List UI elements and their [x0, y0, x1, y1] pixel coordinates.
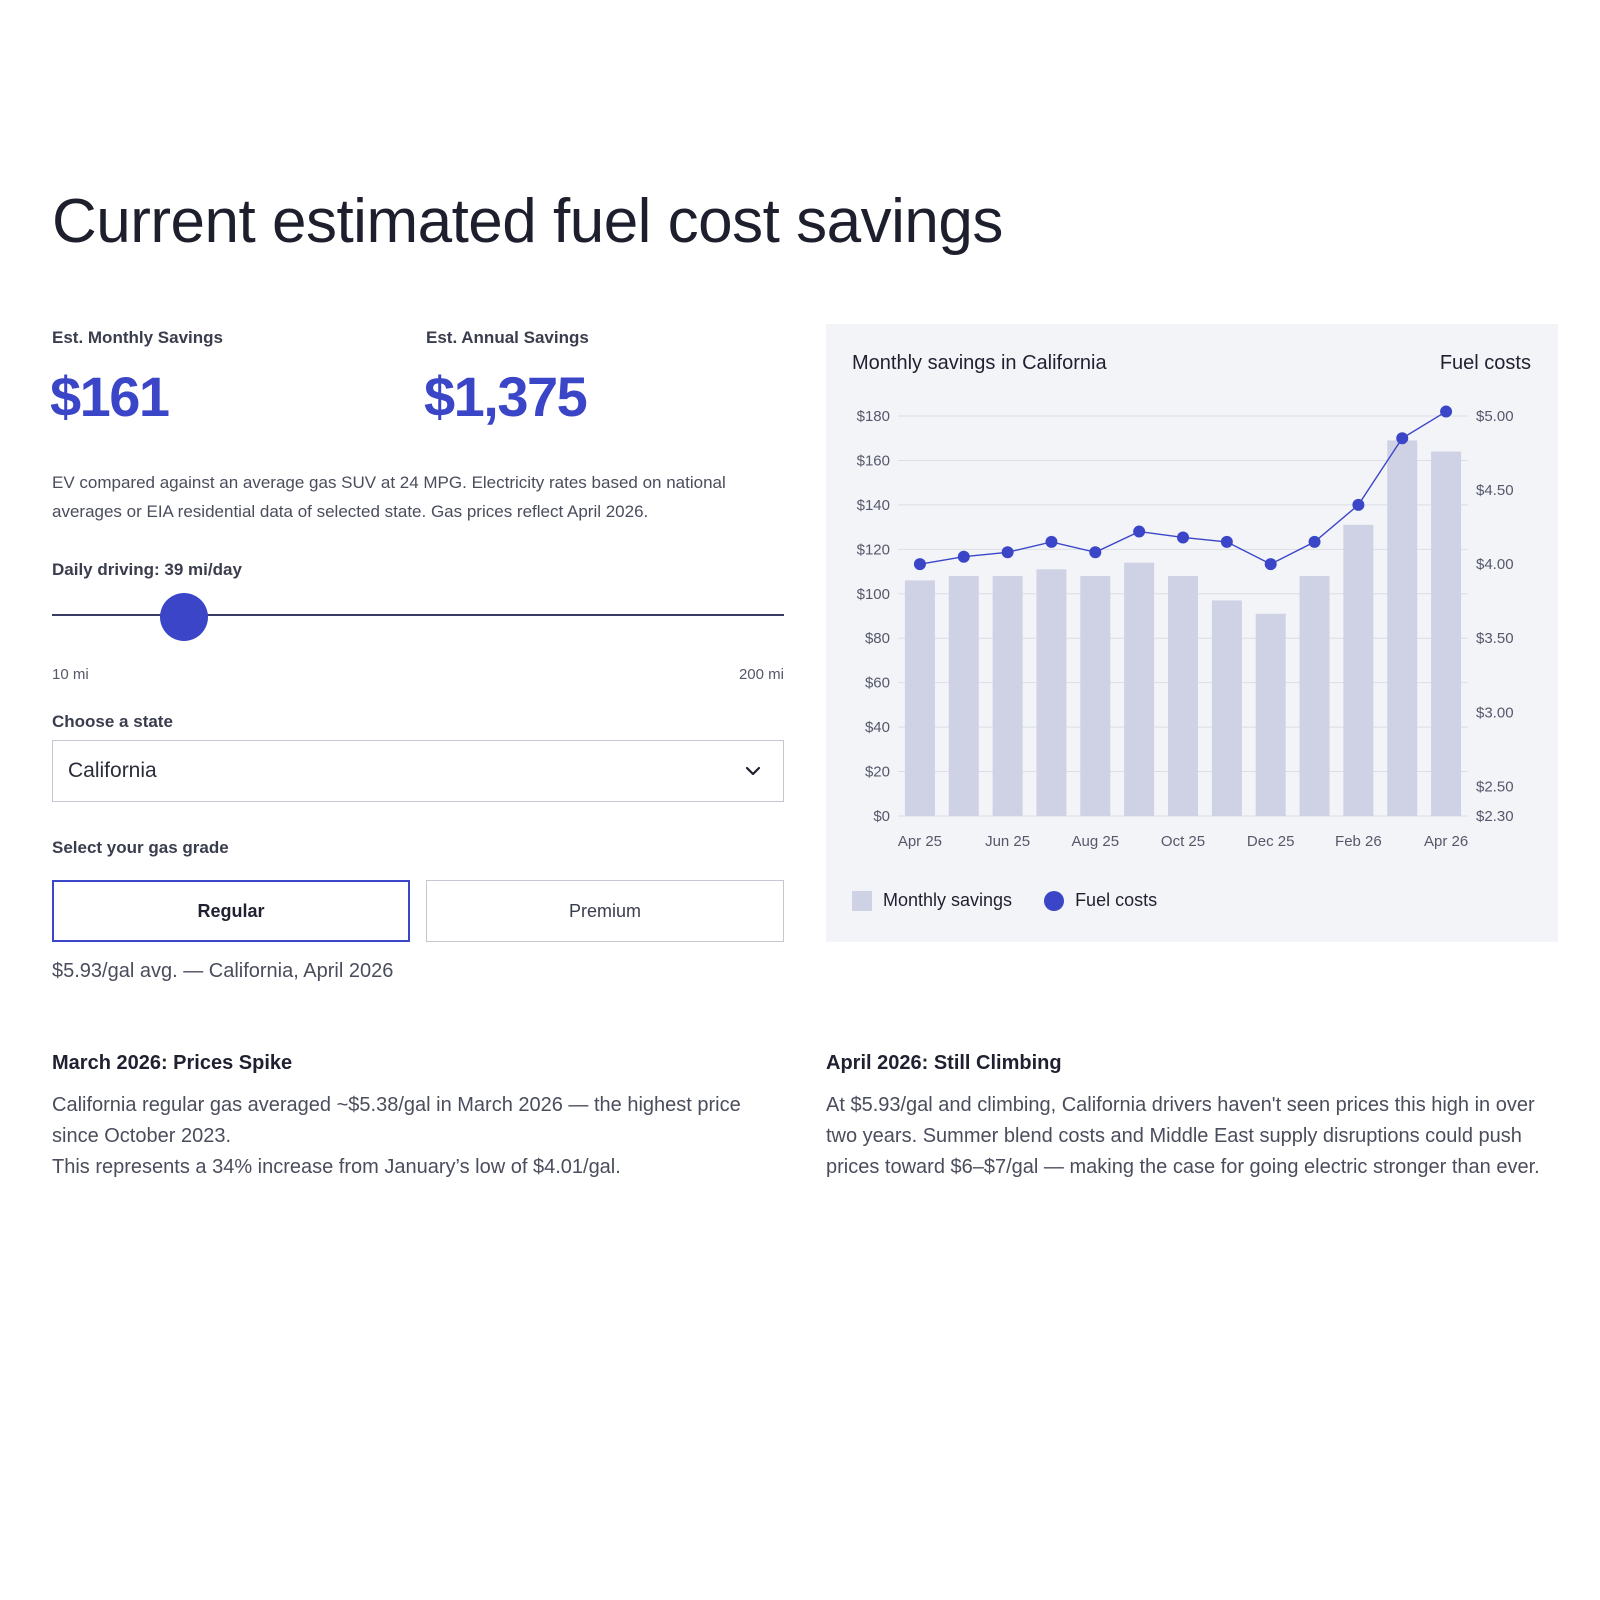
y-right-tick-label: $4.00 [1476, 556, 1514, 573]
slider-thumb[interactable] [159, 593, 208, 641]
savings-bar [1080, 576, 1111, 816]
y-right-tick-label: $3.00 [1476, 704, 1514, 721]
fuel-cost-point [1177, 531, 1189, 544]
chevron-down-icon [745, 766, 761, 776]
y-left-tick-label: $180 [857, 408, 890, 425]
savings-bar [1124, 562, 1155, 816]
y-left-tick-label: $0 [873, 808, 890, 825]
note-march-line: This represents a 34% increase from Janu… [52, 1156, 621, 1178]
fuel-cost-point [1308, 535, 1321, 548]
monthly-savings-value: $161 [50, 365, 170, 428]
savings-bar [1211, 600, 1242, 816]
savings-bar [1299, 576, 1330, 816]
annual-savings-label: Est. Annual Savings [426, 328, 589, 347]
y-right-tick-label: $5.00 [1476, 408, 1514, 425]
savings-bar [1168, 576, 1198, 816]
y-right-tick-label: $2.50 [1476, 778, 1514, 795]
savings-bar [1431, 451, 1462, 816]
savings-bar [992, 576, 1023, 816]
x-tick-label: Feb 26 [1335, 833, 1382, 850]
note-april-title: April 2026: Still Climbing [826, 1052, 1062, 1074]
legend-monthly-savings: Monthly savings [883, 890, 1013, 910]
savings-bar [1255, 613, 1286, 816]
y-right-tick-label: $4.50 [1476, 482, 1514, 499]
savings-bar [1036, 569, 1067, 816]
fuel-cost-point [1440, 405, 1453, 418]
fuel-cost-point [1396, 432, 1409, 445]
savings-bar [904, 580, 935, 816]
disclaimer-text: EV compared against an average gas SUV a… [52, 473, 726, 521]
savings-bar [1343, 524, 1374, 816]
savings-bar [948, 576, 979, 816]
fuel-cost-point [957, 550, 970, 563]
x-tick-label: Oct 25 [1161, 833, 1205, 850]
daily-driving-label: Daily driving: 39 mi/day [52, 560, 242, 579]
fuel-cost-point [1220, 535, 1233, 548]
fuel-cost-point [1089, 546, 1102, 559]
note-march-body: California regular gas averaged ~$5.38/g… [52, 1090, 792, 1183]
legend-bar-swatch [852, 890, 872, 911]
y-right-tick-label: $2.30 [1476, 808, 1514, 825]
state-select-value: California [68, 759, 157, 782]
gas-price-note: $5.93/gal avg. — California, April 2026 [52, 960, 394, 982]
state-label: Choose a state [52, 712, 173, 731]
y-left-tick-label: $160 [857, 452, 890, 469]
y-left-tick-label: $100 [857, 586, 890, 603]
slider-max-label: 200 mi [738, 666, 784, 683]
savings-chart: $0 $20 $40 $60 $80 $100 $120 $140 $160 $180 $2.30 $… [857, 405, 1514, 850]
gas-grade-regular-button[interactable]: Regular [52, 880, 410, 942]
chart-legend: Monthly savings Fuel costs [852, 890, 1157, 911]
y-left-tick-label: $20 [865, 764, 890, 781]
page-title: Current estimated fuel cost savings [52, 187, 1003, 256]
legend-line-dot [1044, 890, 1065, 911]
note-march-line: California regular gas averaged ~$5.38/g… [52, 1094, 741, 1147]
y-left-tick-label: $120 [857, 541, 890, 558]
x-tick-label: Aug 25 [1072, 833, 1120, 850]
savings-chart-panel: Monthly savings in California Fuel costs… [826, 324, 1558, 942]
note-march-title: March 2026: Prices Spike [52, 1052, 293, 1074]
annual-savings-value: $1,375 [424, 365, 588, 428]
y-left-tick-label: $40 [865, 719, 890, 736]
y-right-tick-label: $3.50 [1476, 630, 1514, 647]
fuel-cost-point [1352, 498, 1365, 511]
x-tick-label: Dec 25 [1247, 833, 1295, 850]
x-tick-label: Apr 26 [1424, 833, 1468, 850]
x-tick-label: Apr 25 [898, 833, 942, 850]
x-tick-label: Jun 25 [985, 833, 1030, 850]
fuel-cost-point [1264, 558, 1277, 571]
gas-grade-premium-button[interactable]: Premium [426, 880, 784, 942]
legend-fuel-costs: Fuel costs [1075, 890, 1158, 910]
fuel-cost-point [1045, 535, 1058, 548]
state-select[interactable]: California [52, 740, 784, 802]
y-left-tick-label: $140 [857, 497, 890, 514]
note-april-line: At $5.93/gal and climbing, California dr… [826, 1094, 1540, 1178]
note-april-body: At $5.93/gal and climbing, California dr… [826, 1090, 1566, 1183]
savings-bar [1387, 440, 1418, 816]
y-left-tick-label: $60 [865, 675, 890, 692]
gas-grade-label: Select your gas grade [52, 838, 229, 857]
fuel-cost-point [1001, 546, 1014, 559]
y-left-tick-label: $80 [865, 630, 890, 647]
fuel-cost-point [1133, 525, 1146, 538]
monthly-savings-label: Est. Monthly Savings [52, 328, 223, 347]
daily-driving-slider[interactable] [52, 590, 784, 641]
slider-min-label: 10 mi [52, 666, 89, 683]
fuel-cost-point [913, 558, 926, 571]
